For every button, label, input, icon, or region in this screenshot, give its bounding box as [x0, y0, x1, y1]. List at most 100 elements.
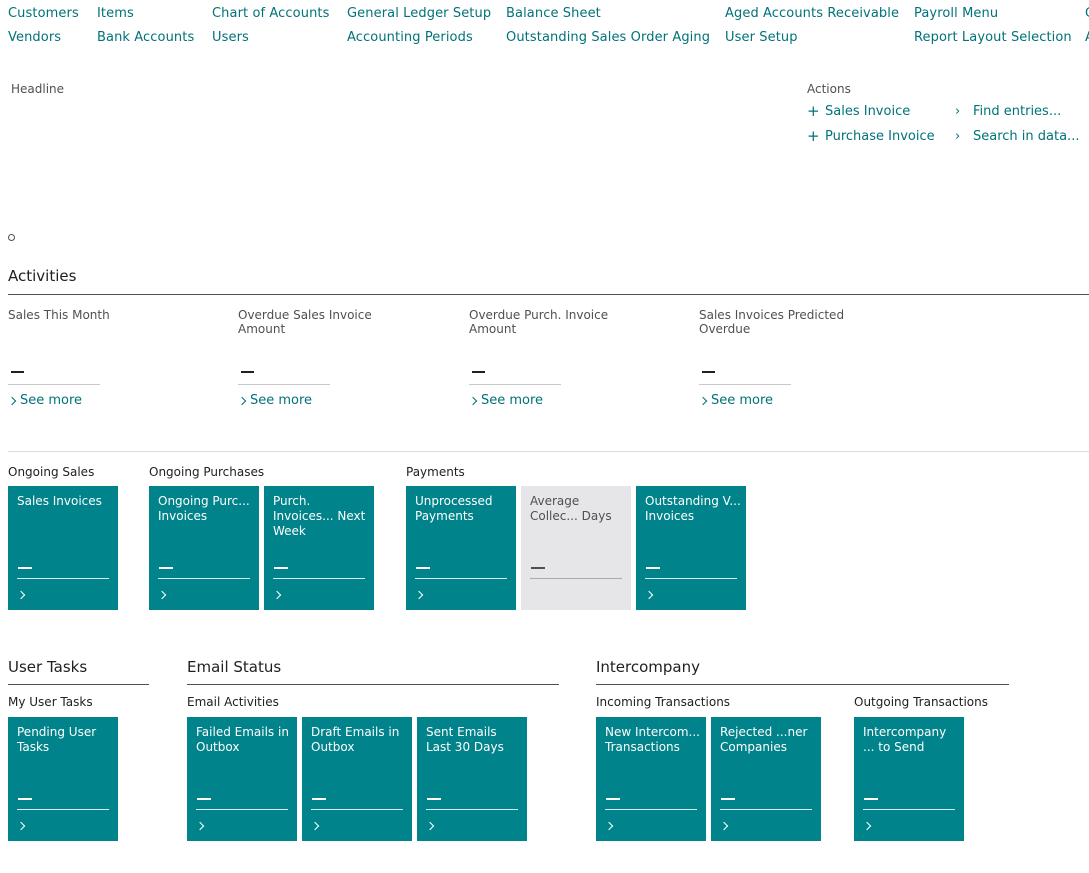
cue-caption: Overdue Sales Invoice Amount — [238, 308, 372, 336]
tile-underline — [158, 578, 250, 579]
nav-clipped-item-1[interactable]: C — [1085, 6, 1089, 21]
tile-title: New Intercom... Transactions — [605, 725, 700, 754]
tile-empty-value — [197, 798, 211, 800]
group-outgoing-transactions: Outgoing Transactions — [854, 695, 988, 709]
tile-empty-value — [18, 567, 32, 569]
chevron-right-icon — [16, 590, 26, 600]
tile-pending-user-tasks[interactable]: Pending User Tasks — [8, 717, 118, 841]
tile-title: Failed Emails in Outbox — [196, 725, 289, 754]
tile-empty-value — [312, 798, 326, 800]
tile-title: Sent Emails Last 30 Days — [426, 725, 504, 754]
chevron-right-icon — [310, 821, 320, 831]
plus-icon: + — [807, 102, 820, 120]
chevron-right-icon — [468, 396, 478, 405]
tile-empty-value — [721, 798, 735, 800]
tile-new-intercompany-transactions[interactable]: New Intercom... Transactions — [596, 717, 706, 841]
tile-underline — [17, 578, 109, 579]
chevron-right-icon — [195, 821, 205, 831]
tile-empty-value — [646, 567, 660, 569]
tile-underline — [426, 809, 518, 810]
nav-payroll-menu[interactable]: Payroll Menu — [914, 6, 998, 21]
tile-empty-value — [864, 798, 878, 800]
see-more-label: See more — [250, 393, 313, 408]
chevron-right-icon: › — [955, 104, 961, 119]
tile-purch-invoices-next-week[interactable]: Purch. Invoices... Next Week — [264, 486, 374, 610]
nav-bank-accounts[interactable]: Bank Accounts — [97, 30, 194, 45]
chevron-right-icon — [719, 821, 729, 831]
tile-empty-value — [416, 567, 430, 569]
cue-overdue-purch-invoice-amount[interactable]: Overdue Purch. Invoice Amount See more — [468, 308, 619, 408]
nav-aged-accounts-receivable[interactable]: Aged Accounts Receivable — [725, 6, 899, 21]
cue-sales-invoices-predicted-overdue[interactable]: Sales Invoices Predicted Overdue See mor… — [698, 308, 849, 408]
action-purchase-invoice[interactable]: + Purchase Invoice — [807, 129, 935, 145]
group-ongoing-purchases: Ongoing Purchases — [149, 465, 265, 479]
chevron-right-icon — [414, 590, 424, 600]
tile-underline — [720, 809, 812, 810]
see-more-link[interactable]: See more — [237, 393, 313, 408]
group-payments: Payments — [406, 465, 465, 479]
see-more-link[interactable]: See more — [7, 393, 82, 408]
nav-outstanding-sales-order-aging[interactable]: Outstanding Sales Order Aging — [506, 30, 710, 45]
tile-sales-invoices[interactable]: Sales Invoices — [8, 486, 118, 610]
group-email-activities: Email Activities — [187, 695, 279, 709]
tile-underline — [863, 809, 955, 810]
see-more-label: See more — [481, 393, 544, 408]
cue-caption: Overdue Purch. Invoice Amount — [469, 308, 609, 336]
cue-empty-value — [472, 371, 485, 373]
tile-title: Outstanding V... Invoices — [645, 494, 741, 523]
tile-title: Draft Emails in Outbox — [311, 725, 400, 754]
tile-draft-emails-in-outbox[interactable]: Draft Emails in Outbox — [302, 717, 412, 841]
see-more-link[interactable]: See more — [468, 393, 544, 408]
page-indicator-icon[interactable] — [8, 234, 15, 241]
cue-overdue-sales-invoice-amount[interactable]: Overdue Sales Invoice Amount See more — [237, 308, 388, 408]
tile-failed-emails-in-outbox[interactable]: Failed Emails in Outbox — [187, 717, 297, 841]
nav-clipped-item-2[interactable]: A — [1085, 30, 1089, 45]
tile-underline — [273, 578, 365, 579]
cue-sales-this-month[interactable]: Sales This Month See more — [7, 308, 208, 408]
section-email-status: Email Status — [187, 658, 282, 676]
tile-underline — [196, 809, 288, 810]
action-search-in-data[interactable]: › Search in data... — [955, 129, 1079, 144]
tile-title: Sales Invoices — [17, 494, 102, 508]
tile-underline — [530, 578, 622, 579]
cue-underline — [238, 384, 330, 385]
action-sales-invoice[interactable]: + Sales Invoice — [807, 102, 911, 120]
tile-ongoing-purchase-invoices[interactable]: Ongoing Purc... Invoices — [149, 486, 259, 610]
nav-user-setup[interactable]: User Setup — [725, 30, 798, 45]
nav-users[interactable]: Users — [212, 30, 249, 45]
nav-report-layout-selection[interactable]: Report Layout Selection — [914, 30, 1072, 45]
cue-underline — [699, 384, 791, 385]
nav-customers[interactable]: Customers — [8, 6, 79, 21]
tile-title: Pending User Tasks — [17, 725, 97, 754]
group-incoming-transactions: Incoming Transactions — [596, 695, 731, 709]
cue-underline — [469, 384, 561, 385]
nav-general-ledger-setup[interactable]: General Ledger Setup — [347, 6, 491, 21]
chevron-right-icon: › — [955, 129, 961, 144]
tile-sent-emails-last-30-days[interactable]: Sent Emails Last 30 Days — [417, 717, 527, 841]
cue-underline — [8, 384, 100, 385]
nav-accounting-periods[interactable]: Accounting Periods — [347, 30, 473, 45]
tile-title: Unprocessed Payments — [415, 494, 493, 523]
tile-empty-value — [531, 567, 545, 569]
nav-vendors[interactable]: Vendors — [8, 30, 61, 45]
cue-empty-value — [702, 371, 715, 373]
tile-intercompany-to-send[interactable]: Intercompany ... to Send — [854, 717, 964, 841]
tile-rejected-by-partner-companies[interactable]: Rejected ...ner Companies — [711, 717, 821, 841]
chevron-right-icon — [644, 590, 654, 600]
tile-title: Intercompany ... to Send — [863, 725, 947, 754]
nav-balance-sheet[interactable]: Balance Sheet — [506, 6, 601, 21]
tile-average-collection-days[interactable]: Average Collec... Days — [521, 486, 631, 610]
intercompany-divider — [596, 684, 1009, 685]
headline-label: Headline — [11, 82, 65, 96]
tile-unprocessed-payments[interactable]: Unprocessed Payments — [406, 486, 516, 610]
action-find-entries[interactable]: › Find entries... — [955, 104, 1061, 119]
nav-chart-of-accounts[interactable]: Chart of Accounts — [212, 6, 329, 21]
see-more-label: See more — [711, 393, 774, 408]
section-user-tasks: User Tasks — [8, 658, 88, 676]
tile-outstanding-vendor-invoices[interactable]: Outstanding V... Invoices — [636, 486, 746, 610]
action-sales-invoice-label: Sales Invoice — [825, 104, 911, 119]
nav-items[interactable]: Items — [97, 6, 134, 21]
actions-label: Actions — [807, 82, 851, 96]
tile-empty-value — [427, 798, 441, 800]
see-more-link[interactable]: See more — [698, 393, 774, 408]
